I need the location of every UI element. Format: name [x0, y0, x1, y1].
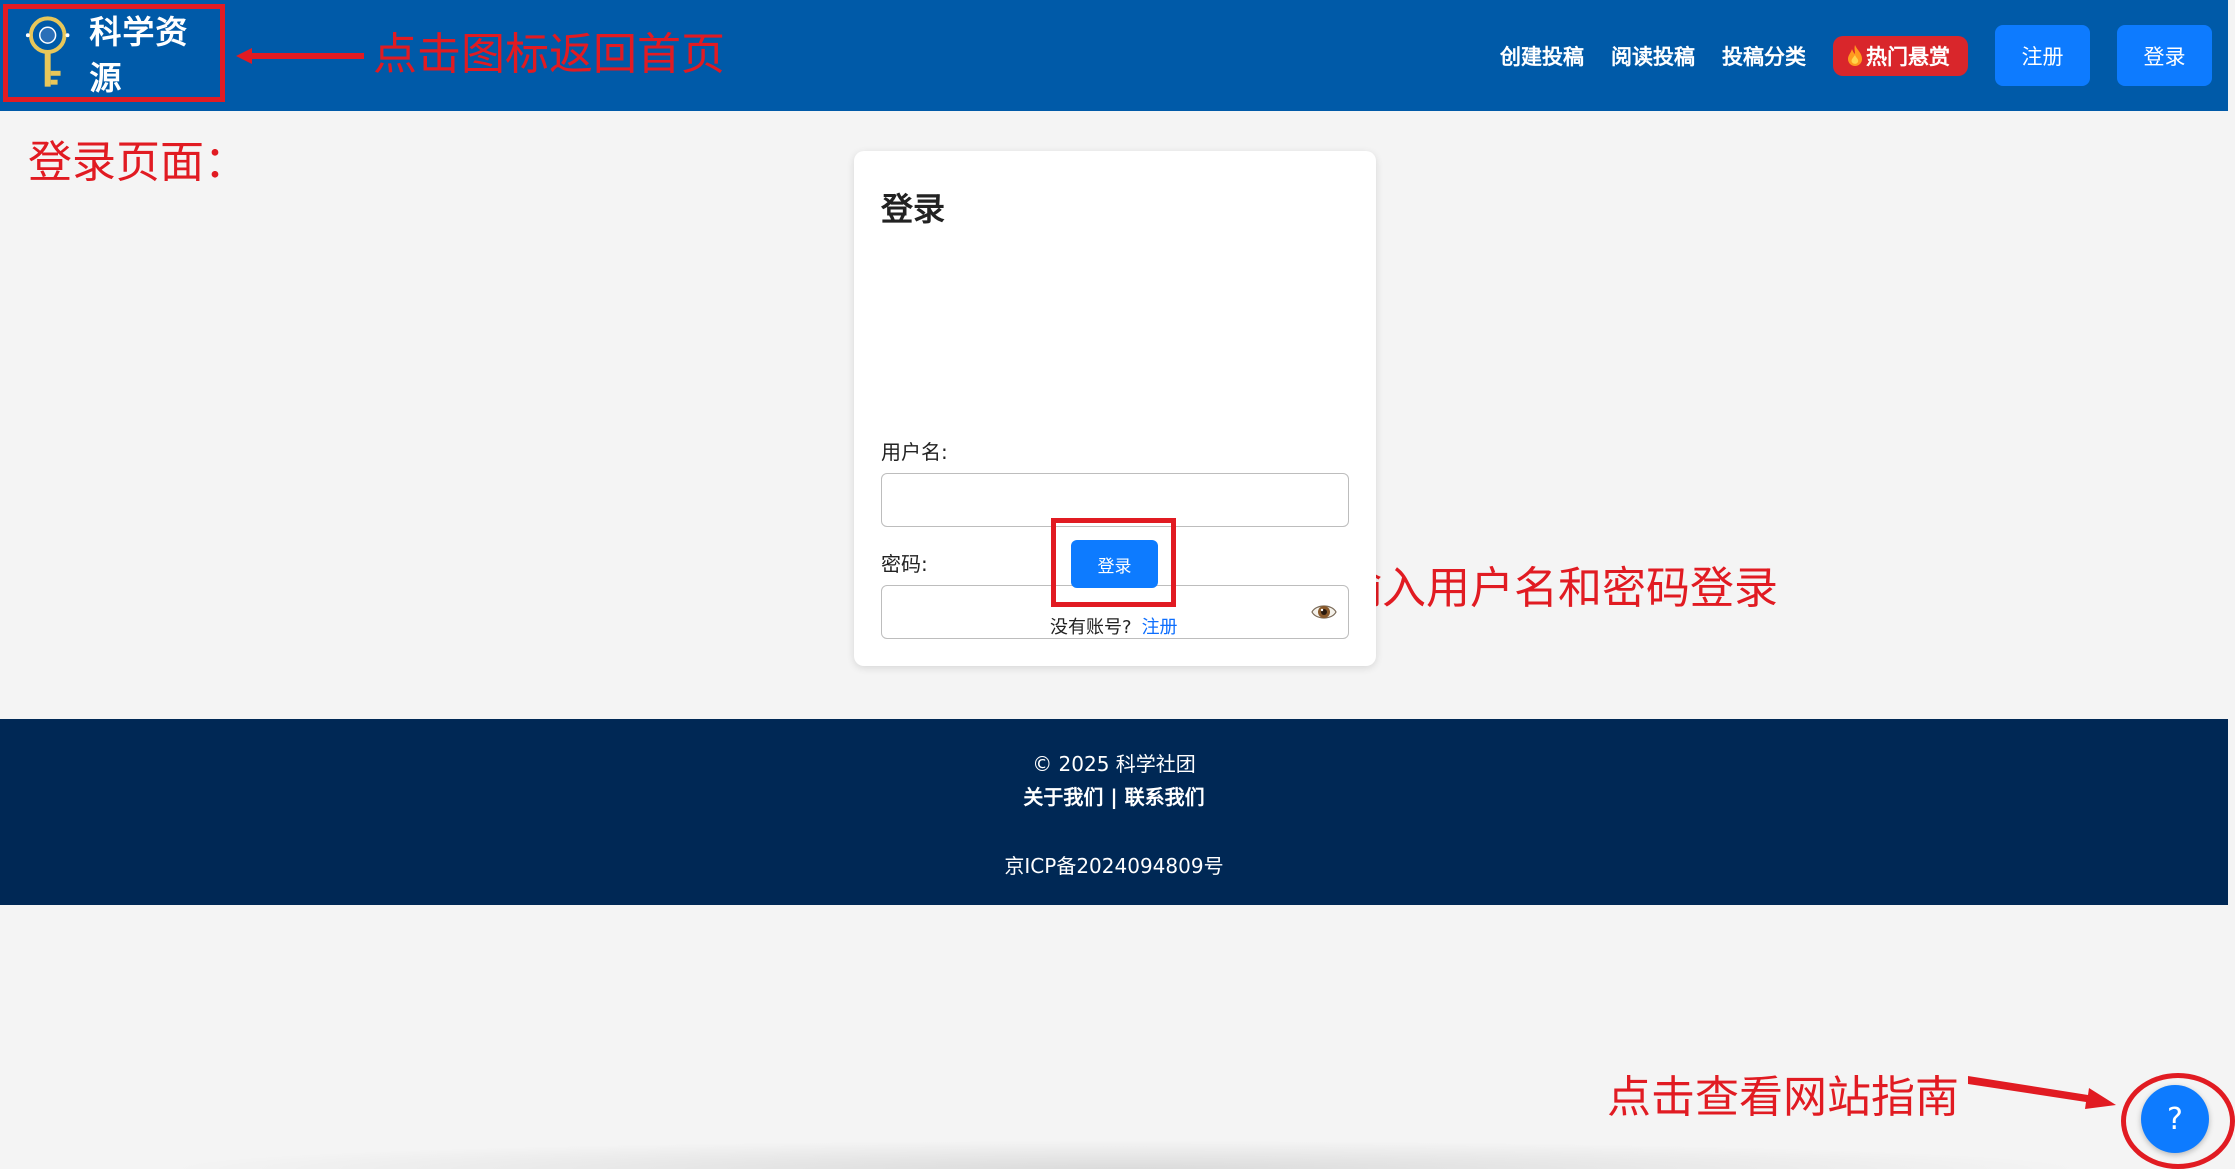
help-button[interactable]: ? — [2141, 1085, 2209, 1153]
arrow-to-logo — [236, 48, 364, 64]
annotation-site-guide: 点击查看网站指南 — [1607, 1072, 1959, 1123]
register-link[interactable]: 注册 — [1142, 617, 1178, 638]
hot-bounty-label: 热门悬赏 — [1866, 44, 1950, 69]
annotation-login-instructions: 输入用户名和密码登录 — [1338, 563, 1778, 614]
register-button[interactable]: 注册 — [1995, 25, 2090, 86]
password-label: 密码: — [881, 552, 928, 576]
fire-icon — [1848, 44, 1862, 66]
annotation-login-page: 登录页面： — [28, 137, 248, 188]
footer-copyright: © 2025 科学社团 — [1032, 752, 1196, 776]
bottom-shadow — [150, 1140, 2100, 1169]
no-account-prompt: 没有账号? 注册 — [1050, 613, 1178, 639]
username-label: 用户名: — [881, 440, 948, 464]
login-button[interactable]: 登录 — [2117, 25, 2212, 86]
site-footer: © 2025 科学社团 关于我们 | 联系我们 京ICP备2024094809号 — [0, 719, 2228, 905]
logo-key-icon — [25, 16, 70, 87]
logo-home-link[interactable]: 科学资源 — [3, 4, 225, 102]
login-card: 登录 用户名: 密码: 登录 没有账号? 注册 — [854, 151, 1376, 666]
arrow-to-help-button — [1968, 1076, 2116, 1109]
nav-read-submissions[interactable]: 阅读投稿 — [1611, 41, 1695, 71]
login-submit-button[interactable]: 登录 — [1071, 540, 1158, 588]
eye-icon[interactable] — [1311, 599, 1337, 625]
nav-submission-categories[interactable]: 投稿分类 — [1722, 41, 1806, 71]
logo-text: 科学资源 — [89, 13, 189, 97]
annotation-home: 点击图标返回首页 — [373, 29, 725, 80]
footer-icp[interactable]: 京ICP备2024094809号 — [0, 850, 2228, 879]
footer-links[interactable]: 关于我们 | 联系我们 — [0, 781, 2228, 810]
main-nav: 创建投稿 阅读投稿 投稿分类 热门悬赏 注册 登录 — [1500, 25, 2212, 86]
nav-create-submission[interactable]: 创建投稿 — [1500, 41, 1584, 71]
no-account-text: 没有账号? — [1050, 617, 1132, 638]
hot-bounty-button[interactable]: 热门悬赏 — [1833, 35, 1968, 76]
login-title: 登录 — [881, 190, 946, 228]
